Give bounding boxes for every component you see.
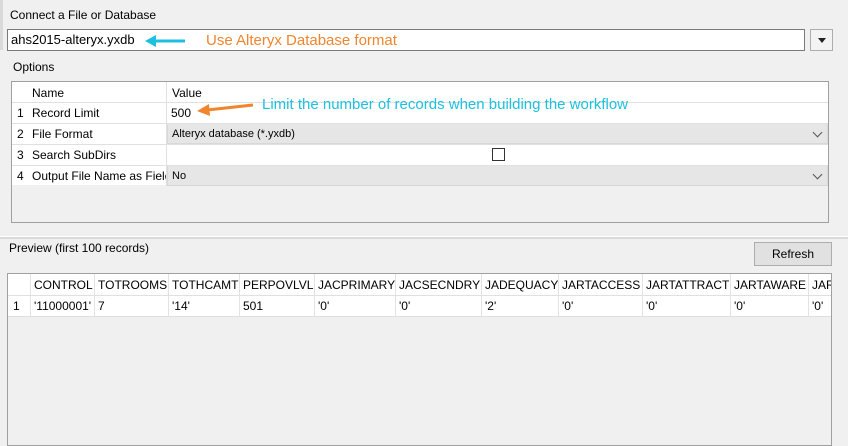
output-filename-select[interactable]: No: [167, 165, 828, 186]
option-row-file-format[interactable]: 2 File Format Alteryx database (*.yxdb): [12, 123, 828, 144]
option-name: File Format: [32, 127, 93, 141]
option-row-search-subdirs[interactable]: 3 Search SubDirs: [12, 144, 828, 165]
table-cell[interactable]: '0': [646, 299, 657, 313]
header-name: Name: [32, 86, 65, 100]
row-number: 3: [17, 148, 24, 162]
preview-header-row: CONTROL TOTROOMS TOTHCAMT PERPOVLVL JACP…: [8, 274, 831, 295]
option-row-output-filename[interactable]: 4 Output File Name as Field No: [12, 165, 828, 186]
grid-divider: [166, 82, 167, 186]
header-value: Value: [172, 86, 202, 100]
column-header[interactable]: TOTROOMS: [98, 278, 167, 292]
refresh-button[interactable]: Refresh: [754, 242, 832, 266]
grid-divider: [8, 316, 831, 317]
preview-data-row: 1 '11000001' 7 '14' 501 '0' '0' '2' '0' …: [8, 295, 831, 316]
table-cell[interactable]: '0': [812, 299, 823, 313]
table-cell[interactable]: '11000001': [34, 299, 91, 313]
column-header[interactable]: JARTACCESS: [562, 278, 640, 292]
option-name: Record Limit: [32, 106, 100, 120]
file-format-value: Alteryx database (*.yxdb): [172, 128, 295, 140]
options-label: Options: [13, 60, 55, 74]
column-header[interactable]: JACSECNDRY: [399, 278, 480, 292]
output-filename-value: No: [172, 170, 187, 182]
record-limit-annotation: Limit the number of records when buildin…: [262, 96, 629, 113]
table-cell[interactable]: '0': [734, 299, 745, 313]
column-header[interactable]: JACPRIMARY: [318, 278, 395, 292]
row-number: 2: [17, 127, 24, 141]
grid-divider: [12, 165, 828, 166]
grid-divider: [12, 123, 828, 124]
row-number: 1: [13, 299, 20, 313]
preview-label: Preview (first 100 records): [9, 241, 150, 255]
cyan-arrow-icon: [145, 35, 185, 47]
panel-splitter[interactable]: [0, 236, 848, 239]
orange-arrow-icon: [197, 103, 254, 116]
table-cell[interactable]: '14': [172, 299, 190, 313]
connect-label: Connect a File or Database: [10, 8, 157, 22]
file-path-input[interactable]: ahs2015-alteryx.yxdb: [7, 29, 805, 51]
column-header[interactable]: JADEQUACY: [485, 278, 558, 292]
table-cell[interactable]: '0': [399, 299, 410, 313]
option-name: Output File Name as Field: [32, 169, 172, 183]
column-header[interactable]: JAR: [812, 278, 831, 292]
preview-grid: CONTROL TOTROOMS TOTHCAMT PERPOVLVL JACP…: [7, 273, 832, 446]
column-header[interactable]: JARTAWARE: [734, 278, 806, 292]
file-dropdown-button[interactable]: [810, 29, 833, 51]
column-header[interactable]: TOTHCAMT: [172, 278, 238, 292]
record-limit-value[interactable]: 500: [171, 106, 191, 120]
column-header[interactable]: PERPOVLVL: [243, 278, 313, 292]
row-number: 4: [17, 169, 24, 183]
dropdown-arrow-icon: [818, 38, 826, 43]
table-cell[interactable]: 7: [98, 299, 105, 313]
column-header[interactable]: JARTATTRACT: [646, 278, 729, 292]
search-subdirs-checkbox[interactable]: [492, 148, 505, 161]
table-cell[interactable]: '0': [562, 299, 573, 313]
row-number: 1: [17, 106, 24, 120]
format-annotation: Use Alteryx Database format: [206, 32, 397, 49]
grid-divider: [8, 295, 831, 296]
table-cell[interactable]: '2': [485, 299, 496, 313]
table-cell[interactable]: '0': [318, 299, 329, 313]
option-name: Search SubDirs: [32, 148, 117, 162]
window-edge: [0, 0, 3, 50]
grid-divider: [12, 144, 828, 145]
chevron-down-icon: [812, 127, 823, 138]
column-header[interactable]: CONTROL: [34, 278, 93, 292]
file-format-select[interactable]: Alteryx database (*.yxdb): [167, 123, 828, 144]
chevron-down-icon: [812, 169, 823, 180]
table-cell[interactable]: 501: [243, 299, 263, 313]
